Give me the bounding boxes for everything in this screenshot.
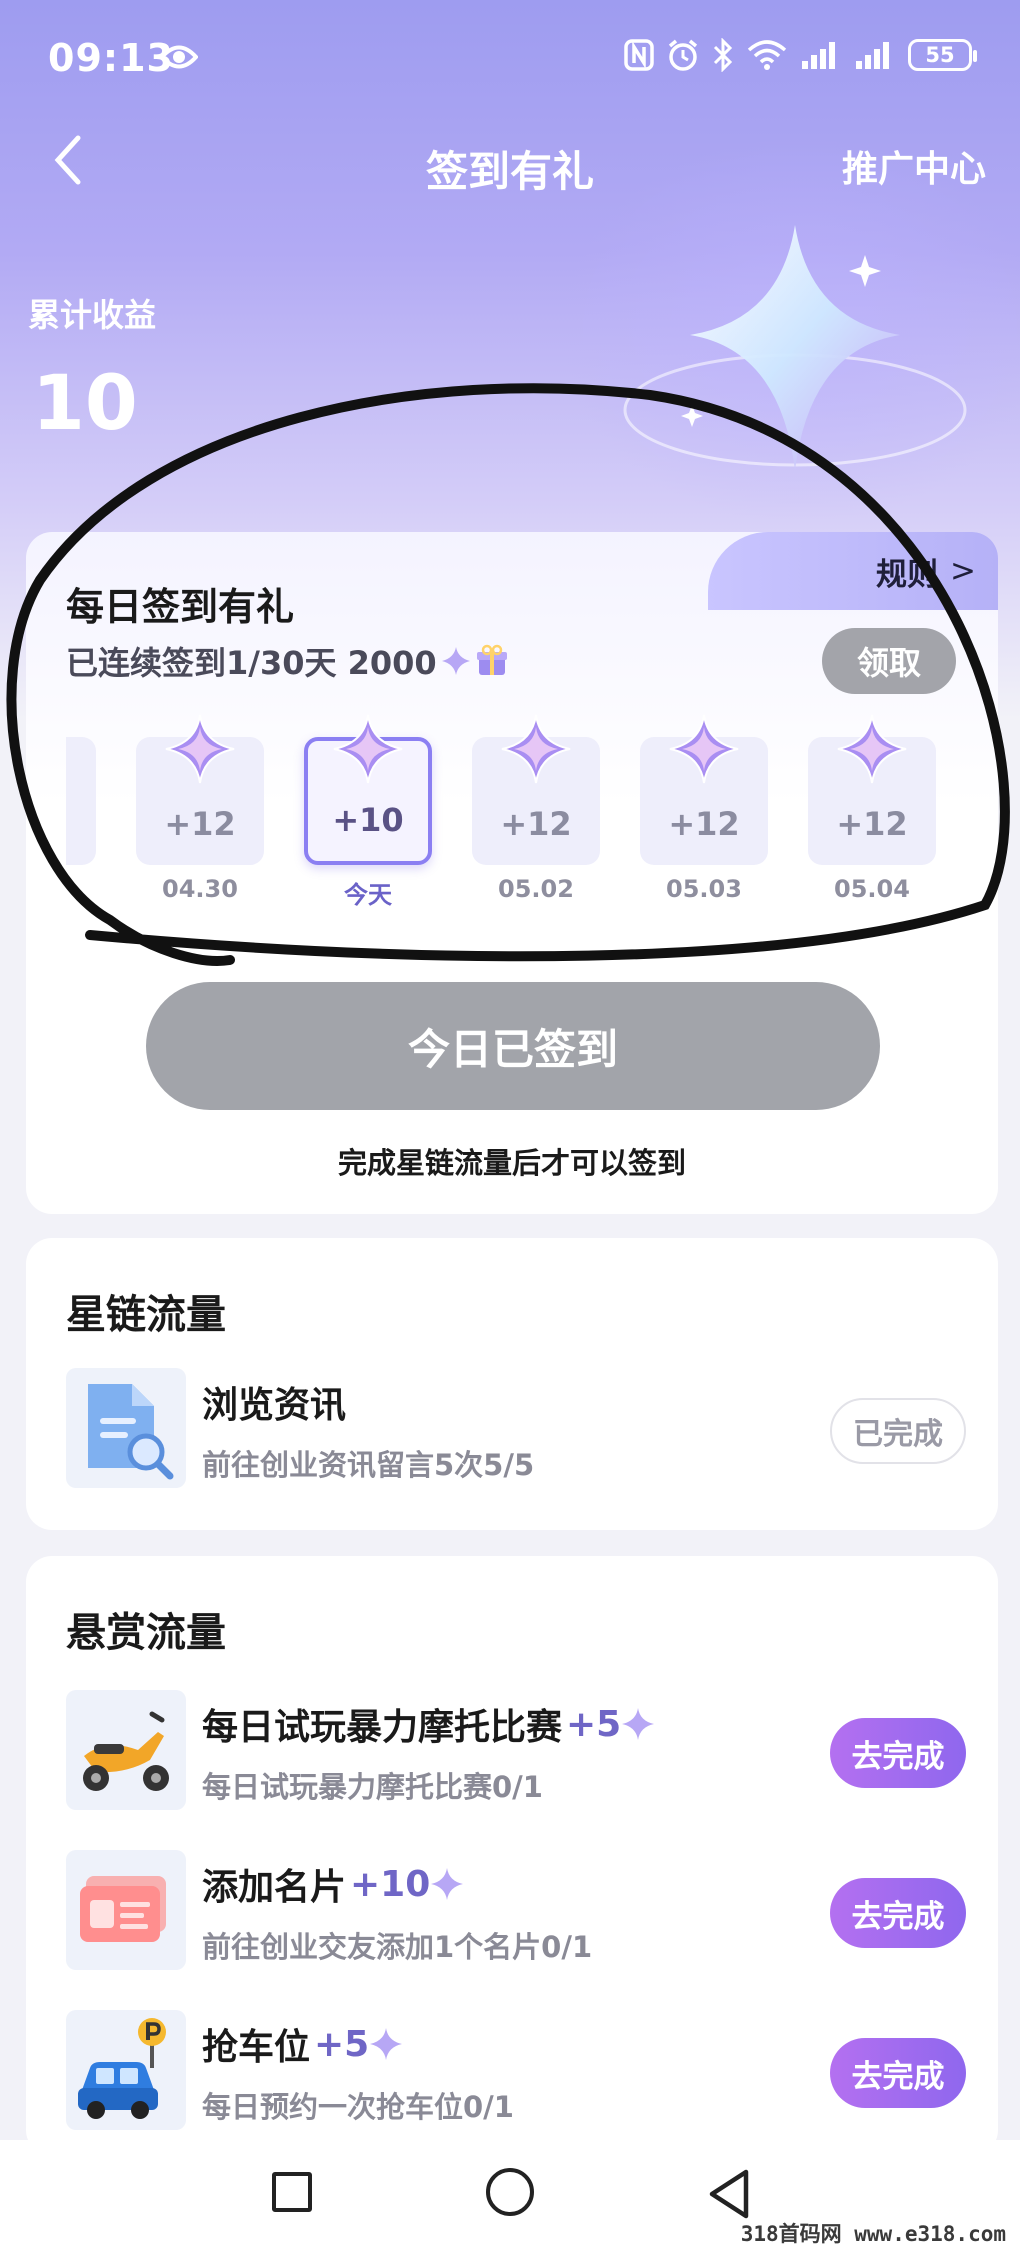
signin-day-today: +10 今天 <box>304 714 432 909</box>
signin-title: 每日签到有礼 <box>66 585 295 629</box>
wifi-icon <box>747 40 787 70</box>
task-title-text: 抢车位 <box>202 2027 311 2068</box>
task-item: 添加名片 +10 前往创业交友添加1个名片0/1 去完成 <box>66 1850 966 1974</box>
signin-days-row[interactable]: +12 04.30 +10 今天 +12 05.02 +12 05.03 +12… <box>26 714 998 909</box>
watermark: 318首码网 www.e318.com <box>740 2222 1006 2246</box>
signin-hint: 完成星链流量后才可以签到 <box>337 1146 686 1180</box>
chevron-right-icon: > <box>950 553 976 589</box>
promo-center-link[interactable]: 推广中心 <box>842 140 986 192</box>
day-date: 今天 <box>344 881 392 909</box>
recent-apps-button[interactable] <box>272 2172 312 2212</box>
earnings-value: 10 <box>32 358 138 447</box>
star-icon <box>431 1868 464 1900</box>
signin-day: +12 04.30 <box>136 714 264 905</box>
task-item: 浏览资讯 前往创业资讯留言5次5/5 已完成 <box>66 1368 966 1492</box>
claim-button[interactable]: 领取 <box>822 628 956 694</box>
bluetooth-icon <box>713 38 733 72</box>
star-icon <box>441 647 470 675</box>
back-icon[interactable] <box>48 132 88 188</box>
task-title: 每日试玩暴力摩托比赛 +5 <box>202 1698 655 1750</box>
star-icon <box>501 714 571 784</box>
task-title-text: 每日试玩暴力摩托比赛 <box>202 1707 563 1748</box>
day-date: 04.30 <box>162 875 238 903</box>
task-title: 抢车位 +5 <box>202 2018 403 2070</box>
starlink-traffic-card: 星链流量 浏览资讯 前往创业资讯留言5次5/5 已完成 <box>26 1238 998 1530</box>
earnings-label: 累计收益 <box>28 296 157 334</box>
section-title: 悬赏流量 <box>66 1610 226 1656</box>
task-reward: +5 <box>566 1703 622 1745</box>
streak-text: 已连续签到1/30天 2000 <box>66 638 509 684</box>
document-search-icon <box>66 1368 186 1488</box>
task-desc: 前往创业交友添加1个名片0/1 <box>202 1930 593 1964</box>
section-title: 星链流量 <box>66 1292 226 1338</box>
task-reward: +5 <box>314 2023 370 2065</box>
gift-icon <box>476 644 507 675</box>
task-desc: 前往创业资讯留言5次5/5 <box>202 1448 535 1482</box>
status-bar: 09:13 55 <box>0 0 1020 116</box>
task-title: 添加名片 +10 <box>202 1858 464 1910</box>
task-desc: 每日预约一次抢车位0/1 <box>202 2090 514 2124</box>
day-date: 05.02 <box>498 875 574 903</box>
task-desc: 每日试玩暴力摩托比赛0/1 <box>202 1770 543 1804</box>
task-go-button[interactable]: 去完成 <box>830 1718 966 1788</box>
star-icon <box>669 714 739 784</box>
star-icon <box>623 225 967 470</box>
signin-day: +12 05.03 <box>640 714 768 905</box>
task-title: 浏览资讯 <box>202 1376 346 1428</box>
eye-icon <box>160 45 198 69</box>
star-icon <box>837 714 907 784</box>
task-title-text: 添加名片 <box>202 1867 347 1908</box>
task-title-text: 浏览资讯 <box>202 1385 347 1426</box>
bounty-traffic-card: 悬赏流量 每日试玩暴力摩托比赛 +5 每日试玩暴力摩托比赛0/1 去完成 添加名… <box>26 1556 998 2156</box>
signal-icon <box>856 42 889 69</box>
star-icon <box>370 2028 403 2060</box>
day-date: 05.03 <box>666 875 742 903</box>
home-button[interactable] <box>486 2168 534 2216</box>
streak-label: 已连续签到1/30天 2000 <box>66 644 437 682</box>
status-icons: 55 <box>624 38 977 72</box>
star-icon <box>165 714 235 784</box>
business-card-icon <box>66 1850 186 1970</box>
nfc-icon <box>624 39 654 71</box>
task-go-button[interactable]: 去完成 <box>830 1878 966 1948</box>
task-item: 每日试玩暴力摩托比赛 +5 每日试玩暴力摩托比赛0/1 去完成 <box>66 1690 966 1814</box>
parking-car-icon <box>66 2010 186 2130</box>
task-item: 抢车位 +5 每日预约一次抢车位0/1 去完成 <box>66 2010 966 2134</box>
battery-indicator: 55 <box>908 39 977 71</box>
signal-icon <box>802 42 835 69</box>
signed-today-button[interactable]: 今日已签到 <box>146 982 880 1110</box>
status-time: 09:13 <box>48 36 174 80</box>
day-date: 05.04 <box>834 875 910 903</box>
task-completed-button[interactable]: 已完成 <box>830 1398 966 1464</box>
signin-day-partial <box>66 737 96 865</box>
alarm-icon <box>668 39 698 71</box>
back-nav-button[interactable] <box>706 2168 754 2220</box>
star-icon <box>333 714 403 784</box>
task-go-button[interactable]: 去完成 <box>830 2038 966 2108</box>
star-icon <box>622 1708 655 1740</box>
rules-link[interactable]: 规则 > <box>708 532 998 610</box>
scooter-icon <box>66 1690 186 1810</box>
task-reward: +10 <box>350 1863 431 1905</box>
signin-day: +12 05.04 <box>808 714 936 905</box>
daily-signin-card: 规则 > 每日签到有礼 已连续签到1/30天 2000 领取 +12 04.30… <box>26 532 998 1214</box>
signin-day: +12 05.02 <box>472 714 600 905</box>
rules-label: 规则 <box>876 556 939 593</box>
